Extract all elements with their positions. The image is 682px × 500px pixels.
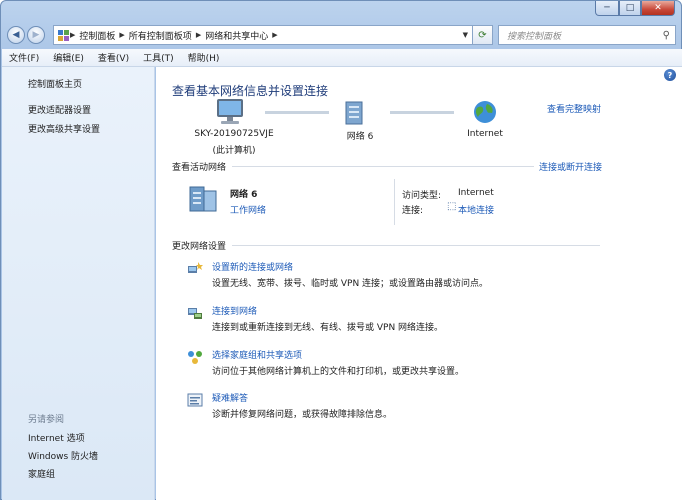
forward-button[interactable]: ▶ [27,26,45,44]
access-type-label: 访问类型: [402,191,442,201]
full-map-link[interactable]: 查看完整映射 [547,102,601,115]
node-internet-label: Internet [467,129,503,139]
change-settings-header: 更改网络设置 [172,242,227,252]
access-type-value: Internet [458,188,494,198]
breadcrumb-all-items[interactable]: 所有控制面板项 [129,29,192,42]
globe-icon [474,101,496,123]
close-button[interactable]: ✕ [641,1,675,16]
page-title: 查看基本网络信息并设置连接 [172,84,329,98]
local-connection-link[interactable]: 本地连接 [458,203,494,216]
minimize-button[interactable]: ─ [595,1,619,16]
sidebar-link-home[interactable]: 控制面板主页 [28,77,82,90]
control-panel-icon [58,29,69,41]
breadcrumb-network-center[interactable]: 网络和共享中心 [205,29,268,42]
task-title[interactable]: 疑难解答 [212,391,248,404]
network-type-link[interactable]: 工作网络 [230,203,266,216]
back-arrow-icon: ◀ [12,30,20,40]
menu-edit[interactable]: 编辑(E) [46,51,91,64]
node-computer-label: SKY-20190725VJE [194,129,274,139]
menu-file[interactable]: 文件(F) [2,51,46,64]
active-networks-header: 查看活动网络 [172,163,227,173]
search-placeholder: 搜索控制面板 [507,31,562,42]
search-icon[interactable]: ⚲ [663,30,670,41]
task-title[interactable]: 连接到网络 [212,304,257,317]
address-field[interactable]: ▶ 控制面板 ▶ 所有控制面板项 ▶ 网络和共享中心 ▶ ▼ [53,25,473,45]
maximize-button[interactable]: □ [619,1,641,16]
divider [232,166,534,167]
task-desc: 访问位于其他网络计算机上的文件和打印机，或更改共享设置。 [212,367,465,377]
task-title[interactable]: 选择家庭组和共享选项 [212,348,302,361]
address-dropdown-icon[interactable]: ▼ [459,31,472,39]
menu-tools[interactable]: 工具(T) [136,51,181,64]
node-network-label: 网络 6 [346,132,374,142]
connect-disconnect-link[interactable]: 连接或断开连接 [539,160,602,173]
refresh-icon: ⟳ [478,29,487,41]
breadcrumb-separator[interactable]: ▶ [272,31,277,39]
network-icon [345,101,363,125]
see-also-header: 另请参阅 [28,415,65,425]
active-network-name: 网络 6 [230,190,258,200]
sidebar: 控制面板主页 更改适配器设置 更改高级共享设置 另请参阅 Internet 选项… [2,67,155,500]
task-desc: 设置无线、宽带、拨号、临时或 VPN 连接；或设置路由器或访问点。 [212,279,489,289]
main-content: ? 查看基本网络信息并设置连接 查看完整映射 SKY-20190725VJE (… [156,67,682,500]
see-also-internet-options[interactable]: Internet 选项 [28,431,85,444]
computer-icon [217,99,243,124]
active-network-icon [189,186,217,212]
see-also-homegroup[interactable]: 家庭组 [28,467,55,480]
search-box[interactable]: 搜索控制面板 ⚲ [498,25,676,45]
breadcrumb-control-panel[interactable]: 控制面板 [79,29,115,42]
node-computer-sub: (此计算机) [212,146,256,156]
address-bar-row: ◀ ▶ ▶ 控制面板 ▶ 所有控制面板项 ▶ 网络和共享中心 ▶ ▼ ⟳ 搜索控… [7,23,677,47]
title-bar: ─ □ ✕ [1,1,681,21]
back-button[interactable]: ◀ [7,26,25,44]
connect-network-icon [188,308,202,319]
see-also-firewall[interactable]: Windows 防火墙 [28,449,98,462]
divider [232,245,600,246]
vertical-divider [394,179,395,225]
task-desc: 连接到或重新连接到无线、有线、拨号或 VPN 网络连接。 [212,323,444,333]
window-frame: ─ □ ✕ ◀ ▶ ▶ 控制面板 ▶ 所有控制面板项 ▶ 网络和共享中心 ▶ ▼… [0,0,682,500]
refresh-button[interactable]: ⟳ [473,25,493,45]
breadcrumb-separator[interactable]: ▶ [119,31,124,39]
map-link-line [390,111,454,114]
task-title[interactable]: 设置新的连接或网络 [212,260,293,273]
menu-bar: 文件(F) 编辑(E) 查看(V) 工具(T) 帮助(H) [2,49,682,67]
homegroup-icon [188,351,202,364]
breadcrumb-separator[interactable]: ▶ [70,31,75,39]
help-icon[interactable]: ? [664,69,676,81]
sidebar-link-advanced-sharing[interactable]: 更改高级共享设置 [28,122,100,135]
forward-arrow-icon: ▶ [32,30,40,40]
new-connection-icon [188,262,203,273]
task-desc: 诊断并修复网络问题，或获得故障排除信息。 [212,410,393,420]
troubleshoot-icon [187,393,203,407]
window-controls: ─ □ ✕ [595,1,675,16]
menu-help[interactable]: 帮助(H) [181,51,227,64]
sidebar-link-adapter[interactable]: 更改适配器设置 [28,103,91,116]
connection-label: 连接: [402,206,424,216]
menu-view[interactable]: 查看(V) [91,51,136,64]
local-connection-icon: ⬚ [447,201,457,212]
map-link-line [265,111,329,114]
breadcrumb-separator[interactable]: ▶ [196,31,201,39]
